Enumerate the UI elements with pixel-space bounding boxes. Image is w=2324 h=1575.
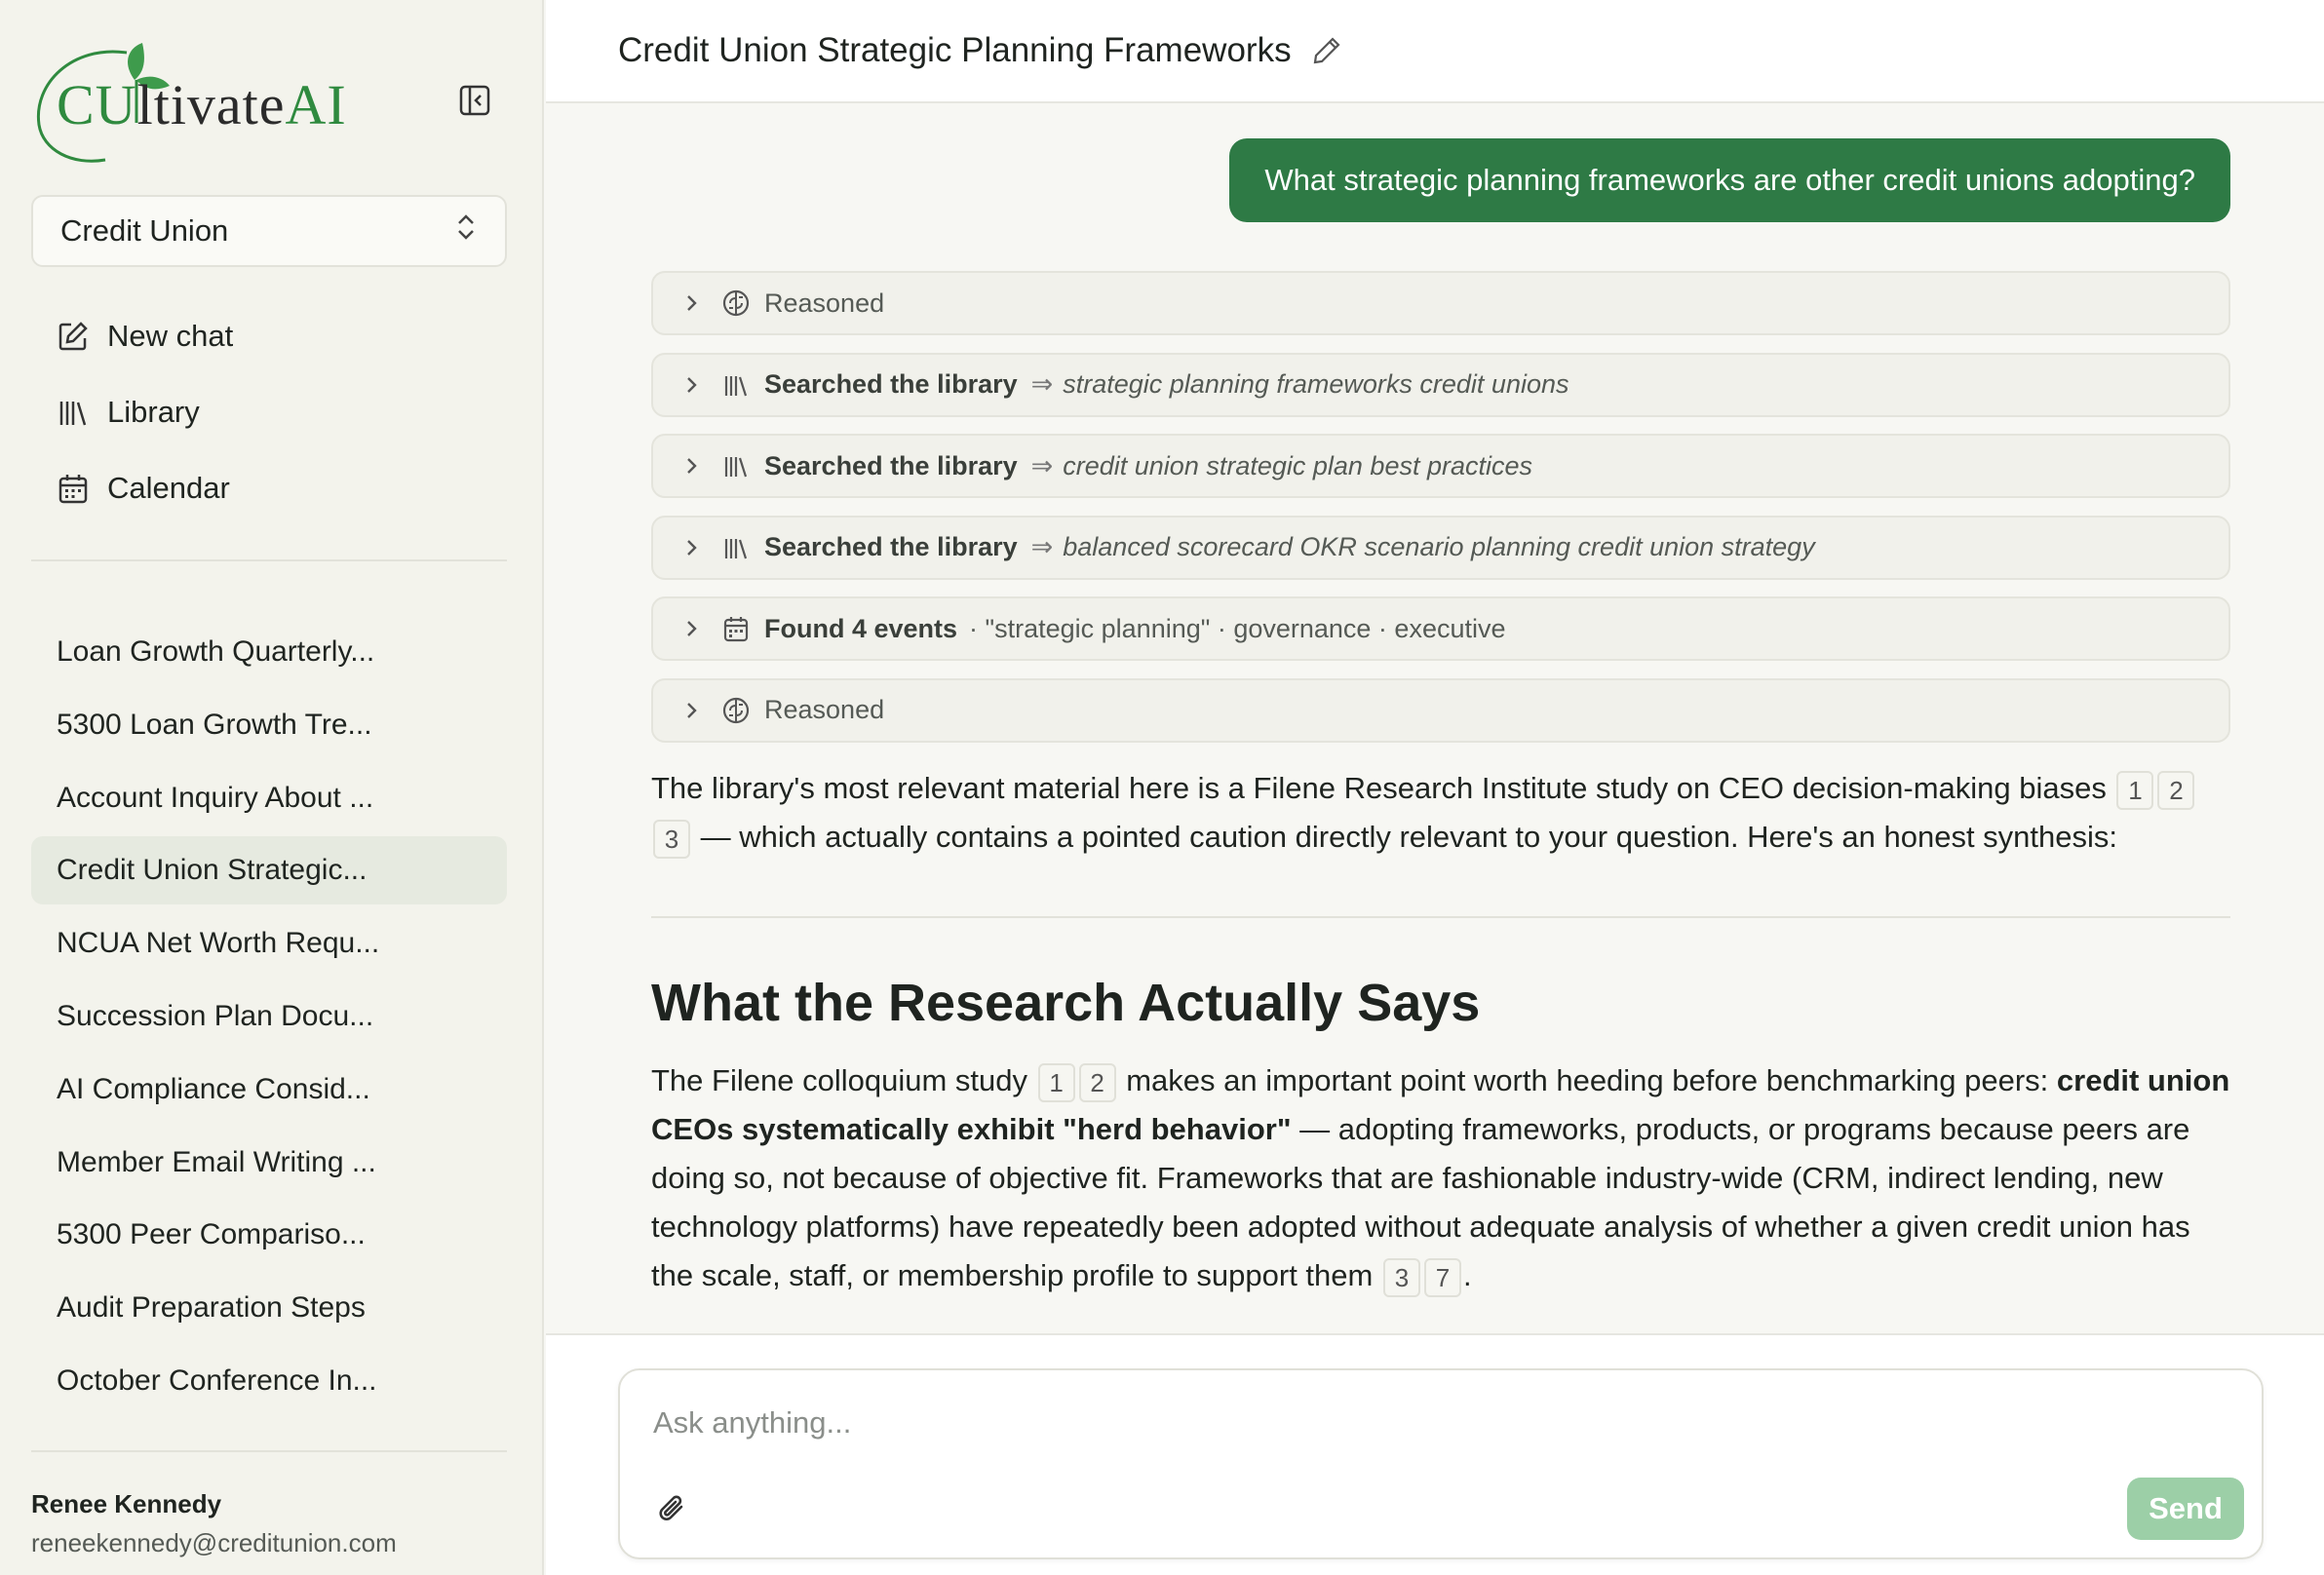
sidebar-nav: New chat Library Calendar <box>31 298 507 526</box>
assistant-body: The Filene colloquium study 12 makes an … <box>651 1056 2230 1300</box>
step-reasoned[interactable]: Reasoned <box>651 271 2230 335</box>
chat-history-list: Loan Growth Quarterly... 5300 Loan Growt… <box>31 618 507 1420</box>
library-icon <box>721 533 751 562</box>
brain-icon <box>721 288 751 318</box>
sidebar-divider <box>31 559 507 561</box>
logo-ai: AI <box>285 73 347 136</box>
calendar-icon <box>721 614 751 643</box>
step-searched-library[interactable]: Searched the library ⇒ credit union stra… <box>651 434 2230 498</box>
edit-square-icon <box>57 320 90 353</box>
chevron-right-icon <box>680 292 702 314</box>
chevron-right-icon <box>680 374 702 396</box>
workspace-select[interactable]: Credit Union <box>31 195 507 267</box>
section-divider <box>651 916 2230 918</box>
agent-steps: Reasoned Searched the library ⇒ strategi… <box>651 271 2230 759</box>
send-button[interactable]: Send <box>2127 1478 2244 1540</box>
user-message-bubble: What strategic planning frameworks are o… <box>1229 138 2230 222</box>
sidebar: CUltivateAI Credit Union New chat Librar… <box>0 0 544 1575</box>
brain-icon <box>721 696 751 725</box>
chat-history-item-active[interactable]: Credit Union Strategic... <box>31 836 507 905</box>
step-query: balanced scorecard OKR scenario planning… <box>1063 532 1815 561</box>
section-heading: What the Research Actually Says <box>651 974 1481 1032</box>
page-title: Credit Union Strategic Planning Framewor… <box>618 31 1292 69</box>
user-email: reneekennedy@creditunion.com <box>31 1528 397 1557</box>
logo-l: l <box>136 73 154 136</box>
step-label: Found 4 events <box>764 613 958 643</box>
chat-history-item[interactable]: AI Compliance Consid... <box>31 1056 507 1124</box>
nav-library[interactable]: Library <box>31 374 507 450</box>
step-query: credit union strategic plan best practic… <box>1063 450 1533 480</box>
chat-history-item[interactable]: NCUA Net Worth Requ... <box>31 909 507 978</box>
composer: Send <box>618 1368 2264 1559</box>
chevron-right-icon <box>680 455 702 477</box>
step-meta: · "strategic planning" · governance · ex… <box>969 613 1506 643</box>
chevron-up-down-icon <box>454 212 478 250</box>
body-text: . <box>1462 1258 1472 1292</box>
message-input[interactable] <box>653 1394 2115 1452</box>
step-arrow: ⇒ <box>1030 369 1054 399</box>
citation-chip[interactable]: 2 <box>2157 770 2195 810</box>
chat-history-item[interactable]: Succession Plan Docu... <box>31 982 507 1051</box>
step-found-events[interactable]: Found 4 events · "strategic planning" · … <box>651 596 2230 661</box>
step-label: Reasoned <box>764 695 885 724</box>
step-query: strategic planning frameworks credit uni… <box>1063 369 1569 399</box>
chat-history-item[interactable]: Member Email Writing ... <box>31 1129 507 1197</box>
library-icon <box>57 396 90 429</box>
assistant-intro: The library's most relevant material her… <box>651 764 2230 862</box>
step-arrow: ⇒ <box>1030 450 1054 480</box>
citation-chip[interactable]: 7 <box>1423 1257 1461 1297</box>
step-reasoned[interactable]: Reasoned <box>651 677 2230 743</box>
sidebar-collapse-icon[interactable] <box>458 84 491 117</box>
chevron-right-icon <box>680 537 702 558</box>
citation-chip[interactable]: 3 <box>653 819 690 859</box>
nav-calendar-label: Calendar <box>107 471 230 505</box>
workspace-select-value: Credit Union <box>60 213 229 248</box>
step-searched-library[interactable]: Searched the library ⇒ strategic plannin… <box>651 352 2230 417</box>
chat-history-item[interactable]: October Conference In... <box>31 1347 507 1415</box>
intro-text: The library's most relevant material her… <box>651 771 2107 805</box>
paperclip-icon[interactable] <box>655 1491 690 1526</box>
cultivate-ai-logo[interactable]: CUltivateAI <box>33 35 347 168</box>
conversation: What strategic planning frameworks are o… <box>546 105 2324 1331</box>
pencil-icon[interactable] <box>1311 35 1342 66</box>
library-icon <box>721 451 751 480</box>
logo-cu: CU <box>57 73 137 136</box>
nav-new-chat-label: New chat <box>107 319 234 353</box>
composer-area: Send <box>546 1333 2324 1575</box>
nav-new-chat[interactable]: New chat <box>31 298 507 374</box>
step-label: Searched the library <box>764 532 1018 561</box>
chat-history-item[interactable]: Account Inquiry About ... <box>31 764 507 832</box>
body-text: The Filene colloquium study <box>651 1063 1027 1097</box>
step-label: Searched the library <box>764 369 1018 399</box>
user-name[interactable]: Renee Kennedy <box>31 1489 221 1519</box>
chevron-right-icon <box>680 618 702 639</box>
chat-history-item[interactable]: Loan Growth Quarterly... <box>31 618 507 686</box>
step-label: Reasoned <box>764 288 885 318</box>
nav-calendar[interactable]: Calendar <box>31 450 507 526</box>
chevron-right-icon <box>680 700 702 721</box>
chat-history-item[interactable]: Audit Preparation Steps <box>31 1274 507 1342</box>
sidebar-divider <box>31 1450 507 1452</box>
body-text: makes an important point worth heeding b… <box>1126 1063 2049 1097</box>
calendar-icon <box>57 472 90 505</box>
step-arrow: ⇒ <box>1030 532 1054 561</box>
citation-chip[interactable]: 1 <box>1037 1062 1075 1102</box>
chat-header: Credit Union Strategic Planning Framewor… <box>546 0 2324 103</box>
step-label: Searched the library <box>764 450 1018 480</box>
citation-chip[interactable]: 1 <box>2116 770 2154 810</box>
chat-history-item[interactable]: 5300 Loan Growth Tre... <box>31 691 507 759</box>
library-icon <box>721 370 751 400</box>
step-searched-library[interactable]: Searched the library ⇒ balanced scorecar… <box>651 515 2230 580</box>
citation-chip[interactable]: 2 <box>1078 1062 1116 1102</box>
chat-history-item[interactable]: 5300 Peer Compariso... <box>31 1201 507 1269</box>
citation-chip[interactable]: 3 <box>1382 1257 1420 1297</box>
logo-tivate: tivate <box>153 73 286 136</box>
intro-text: — which actually contains a pointed caut… <box>700 820 2118 854</box>
nav-library-label: Library <box>107 395 200 429</box>
